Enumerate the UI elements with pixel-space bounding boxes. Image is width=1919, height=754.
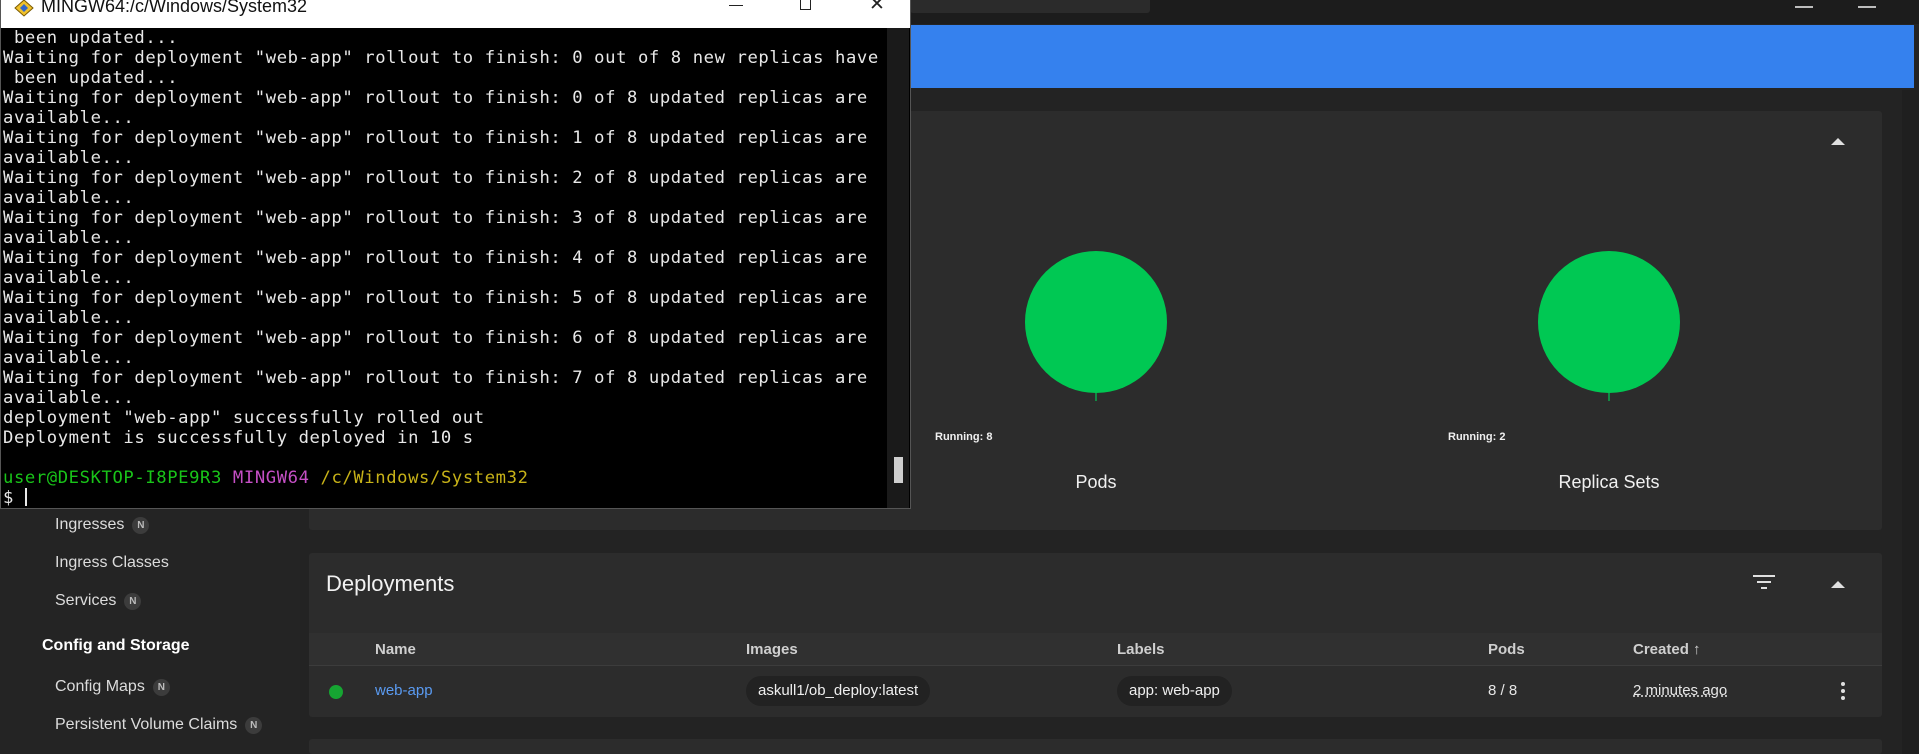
deployment-name-link[interactable]: web-app <box>375 682 433 699</box>
page-scrollbar[interactable] <box>1902 90 1919 754</box>
sidebar-item-ingress-classes[interactable]: Ingress Classes <box>55 554 169 572</box>
search-box[interactable] <box>910 0 1150 13</box>
filter-icon[interactable] <box>1753 575 1775 593</box>
maximize-button[interactable] <box>771 0 841 22</box>
status-ok-icon <box>329 685 343 699</box>
minimize-button[interactable] <box>701 0 771 22</box>
text-cursor <box>24 488 27 506</box>
terminal-line: Waiting for deployment "web-app" rollout… <box>3 328 868 348</box>
pods-running-legend: Running: 8 <box>935 431 993 443</box>
terminal-line: available... <box>3 148 135 168</box>
terminal-line: available... <box>3 188 135 208</box>
prompt-shell: MINGW64 <box>232 468 310 488</box>
git-bash-icon <box>14 0 34 17</box>
sidebar-section-config-storage: Config and Storage <box>42 637 190 654</box>
terminal-title: MINGW64:/c/Windows/System32 <box>41 0 308 16</box>
pods-chart-title: Pods <box>1075 472 1117 492</box>
more-actions-icon[interactable] <box>1841 682 1845 703</box>
terminal-line: Waiting for deployment "web-app" rollout… <box>3 248 868 268</box>
pods-legend-line <box>1095 393 1097 401</box>
sidebar-item-services[interactable]: Services N <box>55 592 142 610</box>
maximize-icon <box>800 0 811 10</box>
terminal-line: Waiting for deployment "web-app" rollout… <box>3 368 868 388</box>
terminal-scroll-thumb[interactable] <box>894 457 903 483</box>
prompt-line: user@DESKTOP-I8PE9R3 MINGW64 /c/Windows/… <box>3 468 883 488</box>
prompt-path: /c/Windows/System32 <box>320 468 529 488</box>
column-labels: Labels <box>1117 641 1165 658</box>
terminal-line: Deployment is successfully deployed in 1… <box>3 428 474 448</box>
replica-sets-legend-line <box>1608 393 1610 401</box>
terminal-line: available... <box>3 108 135 128</box>
replica-sets-chart-title: Replica Sets <box>1558 472 1660 492</box>
terminal-line: Waiting for deployment "web-app" rollout… <box>3 288 868 308</box>
input-line[interactable]: $ <box>3 488 883 506</box>
image-chip: askull1/ob_deploy:latest <box>746 676 931 706</box>
account-icon[interactable] <box>1858 0 1876 8</box>
terminal-line: Waiting for deployment "web-app" rollout… <box>3 128 868 148</box>
terminal-line: Waiting for deployment "web-app" rollout… <box>3 88 868 108</box>
new-badge: N <box>132 516 150 534</box>
terminal-line: Waiting for deployment "web-app" rollout… <box>3 168 868 188</box>
sidebar-item-label: Services <box>55 592 117 609</box>
terminal-line: available... <box>3 308 135 328</box>
terminal-line: Waiting for deployment "web-app" rollout… <box>3 48 879 68</box>
terminal-titlebar[interactable]: MINGW64:/c/Windows/System32 ✕ <box>1 0 910 28</box>
column-created[interactable]: Created ↑ <box>1633 641 1701 658</box>
toolbar-icon[interactable] <box>1795 0 1813 8</box>
new-badge: N <box>245 716 263 734</box>
column-name[interactable]: Name <box>375 641 416 658</box>
collapse-icon[interactable] <box>1831 138 1845 145</box>
sidebar-item-persistent-volume-claims[interactable]: Persistent Volume Claims N <box>55 716 263 734</box>
sidebar-item-label: Ingresses <box>55 516 125 533</box>
prompt-user: user@DESKTOP-I8PE9R3 <box>3 468 222 488</box>
replica-sets-donut <box>1538 251 1680 401</box>
terminal-line: been updated... <box>3 68 179 88</box>
new-badge: N <box>152 678 170 696</box>
pods-running-slice <box>1025 251 1167 393</box>
terminal-window[interactable]: MINGW64:/c/Windows/System32 ✕ been updat… <box>0 0 911 509</box>
sidebar-item-ingresses[interactable]: Ingresses N <box>55 516 150 534</box>
terminal-line: available... <box>3 388 135 408</box>
sidebar-item-label: Persistent Volume Claims <box>55 716 238 733</box>
new-badge: N <box>124 592 142 610</box>
terminal-line: available... <box>3 348 135 368</box>
pods-count: 8 / 8 <box>1488 682 1518 699</box>
column-images: Images <box>746 641 798 658</box>
label-chip: app: web-app <box>1117 676 1232 706</box>
sidebar-item-label: Config Maps <box>55 678 145 695</box>
sidebar-item-config-maps[interactable]: Config Maps N <box>55 678 170 696</box>
terminal-line: available... <box>3 228 135 248</box>
close-icon: ✕ <box>869 0 885 15</box>
deployments-title: Deployments <box>326 571 455 596</box>
deployments-card: Deployments Name Images Labels Pods Crea… <box>309 553 1882 717</box>
terminal-scrollbar[interactable] <box>887 28 909 508</box>
terminal-output[interactable]: been updated... Waiting for deployment "… <box>3 28 883 506</box>
close-button[interactable]: ✕ <box>841 0 911 22</box>
terminal-line: Waiting for deployment "web-app" rollout… <box>3 208 868 228</box>
terminal-line: been updated... <box>3 28 179 48</box>
replica-sets-running-slice <box>1538 251 1680 393</box>
minimize-icon <box>729 5 743 6</box>
table-row: web-app askull1/ob_deploy:latest app: we… <box>309 666 1882 717</box>
sidebar-item-label: Ingress Classes <box>55 554 169 571</box>
pods-status-chart: Running: 8 <box>926 251 1186 501</box>
deployments-table-header: Name Images Labels Pods Created ↑ <box>309 633 1882 666</box>
collapse-icon[interactable] <box>1831 581 1845 588</box>
replica-sets-status-chart: Running: 2 <box>1439 251 1699 501</box>
pods-donut <box>1025 251 1167 401</box>
replica-sets-running-legend: Running: 2 <box>1448 431 1506 443</box>
prompt-symbol: $ <box>3 488 14 506</box>
created-time: 2 minutes ago <box>1633 682 1728 699</box>
next-card <box>309 739 1882 754</box>
terminal-line: deployment "web-app" successfully rolled… <box>3 408 485 428</box>
column-pods: Pods <box>1488 641 1525 658</box>
terminal-line: available... <box>3 268 135 288</box>
